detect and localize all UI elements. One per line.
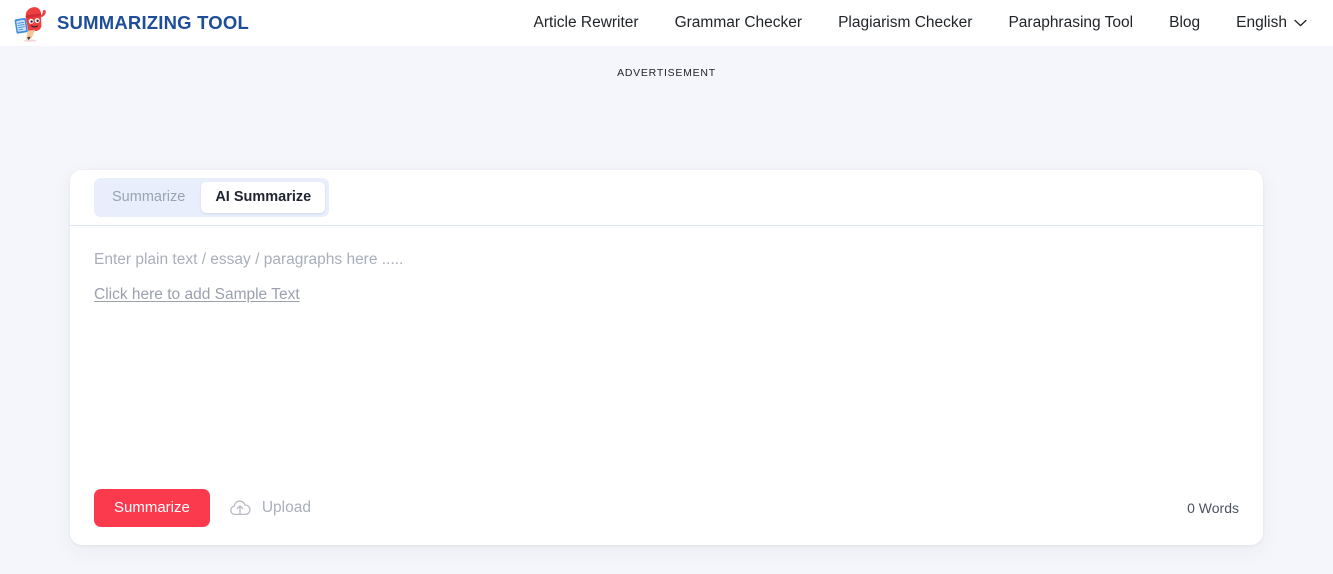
summarizer-card: Summarize AI Summarize Enter plain text … — [70, 170, 1263, 545]
text-input-area[interactable]: Enter plain text / essay / paragraphs he… — [70, 226, 1263, 471]
tab-ai-summarize[interactable]: AI Summarize — [201, 182, 326, 213]
brand-logo-link[interactable]: SUMMARIZING TOOL — [14, 4, 249, 42]
tool-card-wrapper: Summarize AI Summarize Enter plain text … — [0, 170, 1333, 545]
editor-placeholder: Enter plain text / essay / paragraphs he… — [94, 251, 404, 268]
pencil-mascot-icon — [14, 4, 48, 42]
summarize-button[interactable]: Summarize — [94, 489, 210, 527]
advertisement-label: ADVERTISEMENT — [617, 67, 716, 79]
word-count: 0 Words — [1187, 500, 1239, 516]
upload-button[interactable]: Upload — [228, 498, 311, 518]
chevron-down-icon — [1294, 19, 1307, 27]
nav-grammar-checker[interactable]: Grammar Checker — [657, 9, 820, 37]
primary-navigation: Article Rewriter Grammar Checker Plagiar… — [516, 8, 1311, 38]
upload-label: Upload — [261, 499, 311, 516]
nav-plagiarism-checker[interactable]: Plagiarism Checker — [820, 9, 990, 37]
add-sample-text-link[interactable]: Click here to add Sample Text — [94, 286, 300, 304]
brand-name: SUMMARIZING TOOL — [57, 12, 249, 33]
site-header: SUMMARIZING TOOL Article Rewriter Gramma… — [0, 0, 1333, 46]
nav-paraphrasing-tool[interactable]: Paraphrasing Tool — [990, 9, 1151, 37]
card-footer: Summarize Upload 0 Words — [70, 471, 1263, 545]
tab-group: Summarize AI Summarize — [94, 178, 330, 217]
tab-bar: Summarize AI Summarize — [70, 170, 1263, 226]
cloud-upload-icon — [228, 498, 252, 518]
advertisement-slot: ADVERTISEMENT — [0, 46, 1333, 170]
tab-summarize[interactable]: Summarize — [98, 182, 199, 213]
language-selector[interactable]: English — [1218, 8, 1311, 38]
language-selector-label: English — [1236, 14, 1287, 31]
nav-blog[interactable]: Blog — [1151, 9, 1218, 37]
nav-article-rewriter[interactable]: Article Rewriter — [516, 9, 657, 37]
